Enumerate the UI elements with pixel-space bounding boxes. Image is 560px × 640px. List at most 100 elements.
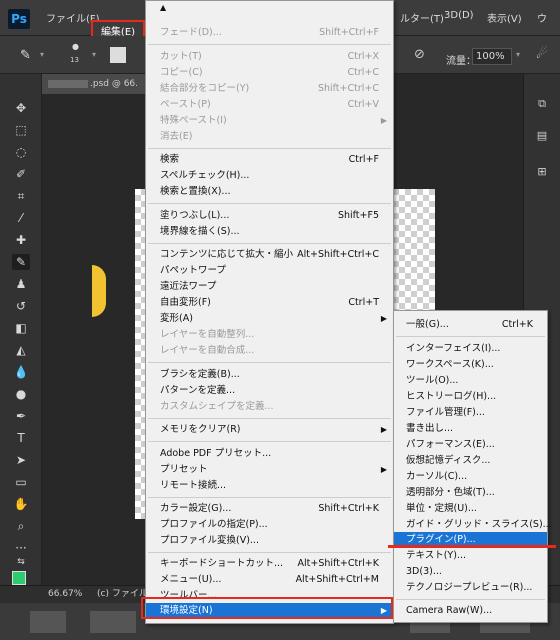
menu-item-free-transform[interactable]: 自由変形(F) Ctrl+T <box>146 295 393 311</box>
rectangle-tool-icon[interactable]: ▭ <box>12 474 30 490</box>
pref-item-units-rulers[interactable]: 単位・定規(U)... <box>394 501 547 517</box>
menu-item-spell-check[interactable]: スペルチェック(H)... <box>146 168 393 184</box>
menu-item-fade[interactable]: フェード(D)... Shift+Ctrl+F <box>146 25 393 41</box>
menu-window[interactable]: ウ <box>537 10 547 25</box>
pref-item-history-log[interactable]: ヒストリーログ(H)... <box>394 389 547 405</box>
menu-item-perspective-warp[interactable]: 遠近法ワープ <box>146 279 393 295</box>
pref-item-cursors[interactable]: カーソル(C)... <box>394 469 547 485</box>
hand-tool-icon[interactable]: ✋ <box>12 496 30 512</box>
channels-panel-icon[interactable]: ⊞ <box>533 164 551 180</box>
pref-item-general[interactable]: 一般(G)... Ctrl+K <box>394 317 547 333</box>
menu-item-purge[interactable]: メモリをクリア(R) ▶ <box>146 422 393 438</box>
menu-3d[interactable]: 3D(D) <box>444 10 474 21</box>
canvas-artwork <box>92 265 106 317</box>
blur-tool-icon[interactable]: 💧 <box>12 364 30 380</box>
brush-tool-icon[interactable]: ✎ <box>20 48 31 63</box>
menu-item-find-replace[interactable]: 検索と置換(X)... <box>146 184 393 200</box>
brush-panel-icon[interactable] <box>110 47 126 63</box>
menu-item-content-aware-scale[interactable]: コンテンツに応じて拡大・縮小 Alt+Shift+Ctrl+C <box>146 247 393 263</box>
scroll-up-arrow-icon[interactable]: ▲ <box>146 1 393 15</box>
menu-item-define-pattern[interactable]: パターンを定義... <box>146 383 393 399</box>
flow-chevron-icon[interactable]: ▾ <box>516 50 520 59</box>
menu-filter[interactable]: ルター(T) <box>400 10 444 25</box>
healing-brush-tool-icon[interactable]: ✚ <box>12 232 30 248</box>
menu-item-auto-align-layers[interactable]: レイヤーを自動整列... <box>146 327 393 343</box>
menu-item-stroke[interactable]: 境界線を描く(S)... <box>146 224 393 240</box>
preferences-submenu: 一般(G)... Ctrl+K インターフェイス(I)... ワークスペース(K)… <box>393 310 552 623</box>
menu-separator <box>148 418 391 419</box>
menu-item-transform[interactable]: 変形(A) ▶ <box>146 311 393 327</box>
menu-item-search[interactable]: 検索 Ctrl+F <box>146 152 393 168</box>
menu-item-copy[interactable]: コピー(C) Ctrl+C <box>146 65 393 81</box>
pref-item-file-handling[interactable]: ファイル管理(F)... <box>394 405 547 421</box>
pref-item-type[interactable]: テキスト(Y)... <box>394 548 547 564</box>
menu-item-convert-profile[interactable]: プロファイル変換(V)... <box>146 533 393 549</box>
menu-item-presets[interactable]: プリセット ▶ <box>146 462 393 478</box>
pref-item-tools[interactable]: ツール(O)... <box>394 373 547 389</box>
pref-item-guides-grid-slices[interactable]: ガイド・グリッド・スライス(S)... <box>394 517 552 533</box>
menu-separator <box>148 148 391 149</box>
dodge-tool-icon[interactable]: ● <box>12 386 30 402</box>
pref-item-interface[interactable]: インターフェイス(I)... <box>394 341 547 357</box>
menu-separator <box>148 203 391 204</box>
pref-item-transparency-gamut[interactable]: 透明部分・色域(T)... <box>394 485 547 501</box>
menu-separator <box>148 44 391 45</box>
menu-item-auto-blend-layers[interactable]: レイヤーを自動合成... <box>146 343 393 359</box>
pen-tool-icon[interactable]: ✒ <box>12 408 30 424</box>
marquee-tool-icon[interactable]: ⬚ <box>12 122 30 138</box>
history-brush-tool-icon[interactable]: ↺ <box>12 298 30 314</box>
menu-item-define-custom-shape[interactable]: カスタムシェイプを定義... <box>146 399 393 415</box>
menu-item-cut[interactable]: カット(T) Ctrl+X <box>146 49 393 65</box>
photoshop-logo: Ps <box>8 9 30 29</box>
menu-separator <box>148 552 391 553</box>
properties-panel-icon[interactable]: ⧉ <box>533 96 551 112</box>
pref-item-workspace[interactable]: ワークスペース(K)... <box>394 357 547 373</box>
pref-item-3d[interactable]: 3D(3)... <box>394 564 547 580</box>
menu-item-remote-connections[interactable]: リモート接続... <box>146 478 393 494</box>
pref-item-performance[interactable]: パフォーマンス(E)... <box>394 437 547 453</box>
type-tool-icon[interactable]: T <box>12 430 30 446</box>
menu-item-adobe-pdf-presets[interactable]: Adobe PDF プリセット... <box>146 446 393 462</box>
menu-item-assign-profile[interactable]: プロファイルの指定(P)... <box>146 517 393 533</box>
blurred-filename <box>48 80 88 88</box>
layers-panel-icon[interactable]: ▤ <box>533 128 551 144</box>
annotation-highlight-box <box>141 597 393 619</box>
document-tab[interactable]: .psd @ 66. <box>42 74 152 94</box>
menu-item-keyboard-shortcuts[interactable]: キーボードショートカット... Alt+Shift+Ctrl+K <box>146 556 393 572</box>
menu-item-define-brush[interactable]: ブラシを定義(B)... <box>146 367 393 383</box>
pref-item-technology-previews[interactable]: テクノロジープレビュー(R)... <box>394 580 547 596</box>
chevron-down-icon[interactable]: ▾ <box>40 50 44 59</box>
submenu-arrow-icon: ▶ <box>380 116 387 125</box>
foreground-color-swatch[interactable] <box>12 571 26 585</box>
menu-item-copy-merged[interactable]: 結合部分をコピー(Y) Shift+Ctrl+C <box>146 81 393 97</box>
pref-item-camera-raw[interactable]: Camera Raw(W)... <box>394 603 547 619</box>
eyedropper-tool-icon[interactable]: ⁄ <box>12 210 30 226</box>
menu-item-color-settings[interactable]: カラー設定(G)... Shift+Ctrl+K <box>146 501 393 517</box>
menu-view[interactable]: 表示(V) <box>487 10 522 25</box>
zoom-tool-icon[interactable]: ⌕ <box>12 518 30 534</box>
menu-item-puppet-warp[interactable]: パペットワープ <box>146 263 393 279</box>
path-select-tool-icon[interactable]: ➤ <box>12 452 30 468</box>
zoom-level[interactable]: 66.67% <box>48 586 82 603</box>
eraser-tool-icon[interactable]: ◧ <box>12 320 30 336</box>
paint-bucket-tool-icon[interactable]: ◭ <box>12 342 30 358</box>
stamp-tool-icon[interactable]: ♟ <box>12 276 30 292</box>
brush-picker-chevron-icon[interactable]: ▾ <box>92 50 96 59</box>
pref-item-export[interactable]: 書き出し... <box>394 421 547 437</box>
menu-item-paste[interactable]: ペースト(P) Ctrl+V <box>146 97 393 113</box>
flow-input[interactable]: 100% <box>472 48 512 65</box>
airbrush-icon[interactable]: ☄ <box>536 47 548 62</box>
pressure-opacity-icon[interactable]: ⊘ <box>414 47 425 62</box>
pref-item-scratch-disks[interactable]: 仮想記憶ディスク... <box>394 453 547 469</box>
brush-tool-icon[interactable]: ✎ <box>12 254 30 270</box>
crop-tool-icon[interactable]: ⌗ <box>12 188 30 204</box>
quick-select-tool-icon[interactable]: ✐ <box>12 166 30 182</box>
menu-item-paste-special[interactable]: 特殊ペースト(I) ▶ <box>146 113 393 129</box>
move-tool-icon[interactable]: ✥ <box>12 100 30 116</box>
menu-item-fill[interactable]: 塗りつぶし(L)... Shift+F5 <box>146 208 393 224</box>
lasso-tool-icon[interactable]: ◌ <box>12 144 30 160</box>
brush-preview-icon[interactable]: ● <box>72 42 79 51</box>
menu-item-menus[interactable]: メニュー(U)... Alt+Shift+Ctrl+M <box>146 572 393 588</box>
swap-colors-icon[interactable]: ⇆ <box>12 554 30 570</box>
menu-item-clear[interactable]: 消去(E) <box>146 129 393 145</box>
